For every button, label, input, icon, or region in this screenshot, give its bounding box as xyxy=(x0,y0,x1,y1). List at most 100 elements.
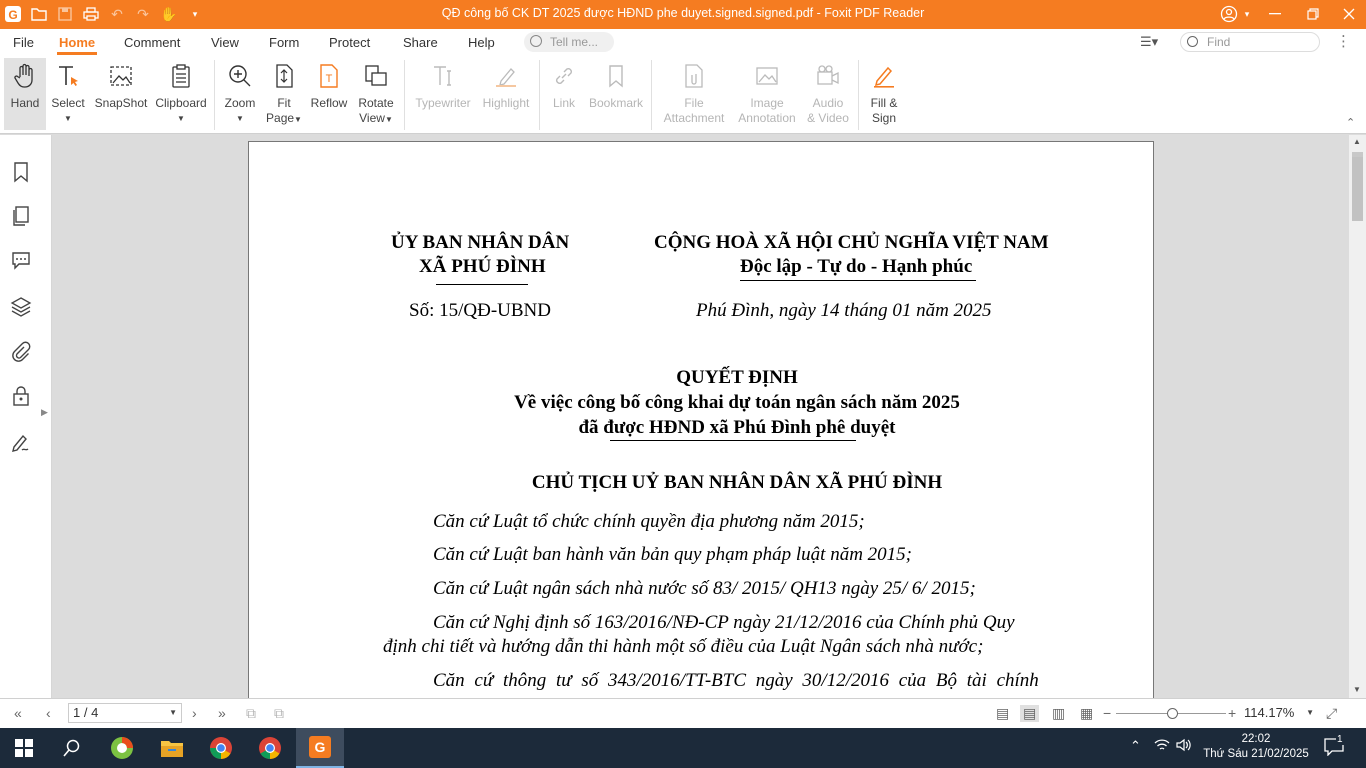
tab-form[interactable]: Form xyxy=(269,35,299,50)
zoom-dropdown-chevron-icon[interactable]: ▼ xyxy=(1306,703,1314,723)
tab-view[interactable]: View xyxy=(211,35,239,50)
last-page-icon[interactable]: » xyxy=(218,705,226,721)
file-explorer-icon[interactable] xyxy=(148,728,196,768)
scrollbar-thumb[interactable] xyxy=(1352,157,1363,221)
tell-me-input[interactable]: Tell me... xyxy=(524,32,614,52)
rotate-view-button[interactable]: Rotate View▼ xyxy=(353,58,399,130)
fit-page-label-1: Fit xyxy=(277,96,291,110)
vertical-scrollbar[interactable]: ▲ ▼ xyxy=(1349,135,1366,698)
reflow-button[interactable]: T Reflow xyxy=(307,58,351,130)
org-name-line1: ỦY BAN NHÂN DÂN xyxy=(391,232,570,253)
pages-panel-icon[interactable] xyxy=(10,205,32,227)
foxit-reader-taskbar-icon[interactable]: G xyxy=(296,728,344,768)
page-dropdown-chevron-icon[interactable]: ▼ xyxy=(169,704,177,722)
tab-protect[interactable]: Protect xyxy=(329,35,370,50)
zoom-icon xyxy=(226,62,254,90)
single-page-view-icon[interactable]: ▤ xyxy=(996,705,1009,722)
expand-panel-icon[interactable]: ▶ xyxy=(41,407,48,418)
typewriter-button[interactable]: Typewriter xyxy=(410,58,476,130)
notification-center-icon[interactable]: 1 xyxy=(1324,734,1344,761)
file-attachment-label-1: File xyxy=(684,96,704,110)
close-button[interactable] xyxy=(1338,4,1360,24)
find-input[interactable]: Find xyxy=(1180,32,1320,52)
legal-basis-4-line1: Căn cứ Nghị định số 163/2016/NĐ-CP ngày … xyxy=(433,612,1015,633)
zoom-chevron-icon: ▼ xyxy=(236,114,244,123)
reflow-icon: T xyxy=(315,62,343,90)
image-annotation-button[interactable]: Image Annotation xyxy=(732,58,802,130)
highlight-button[interactable]: Highlight xyxy=(478,58,534,130)
title-bar: G ↶ ↷ ✋ ▾ QĐ công bố CK DT 2025 được HĐN… xyxy=(0,0,1366,29)
lightbulb-icon xyxy=(530,35,542,47)
previous-page-icon[interactable]: ‹ xyxy=(46,705,51,721)
document-number: Số: 15/QĐ-UBND xyxy=(409,300,551,321)
audio-video-button[interactable]: Audio & Video xyxy=(804,58,852,130)
chrome-icon[interactable] xyxy=(197,728,245,768)
file-attachment-button[interactable]: File Attachment xyxy=(658,58,730,130)
first-page-icon[interactable]: « xyxy=(14,705,22,721)
snapshot-button[interactable]: SnapShot xyxy=(92,58,150,130)
system-clock[interactable]: 22:02 Thứ Sáu 21/02/2025 xyxy=(1196,732,1316,762)
collapse-ribbon-icon[interactable]: ⌃ xyxy=(1346,116,1355,129)
comments-panel-icon[interactable] xyxy=(10,249,32,271)
restore-button[interactable] xyxy=(1302,4,1324,24)
facing-view-icon[interactable]: ▥ xyxy=(1052,705,1065,722)
bookmarks-panel-icon[interactable] xyxy=(10,161,32,183)
scroll-up-icon[interactable]: ▲ xyxy=(1353,137,1361,146)
fit-page-button[interactable]: Fit Page▼ xyxy=(263,58,305,130)
fill-sign-button[interactable]: Fill & Sign xyxy=(864,58,904,130)
continuous-view-icon[interactable]: ▤ xyxy=(1020,705,1040,722)
fit-page-chevron-icon: ▼ xyxy=(294,115,302,124)
legal-basis-4-line2: định chi tiết và hướng dẫn thi hành một … xyxy=(383,636,984,657)
fit-page-icon xyxy=(270,62,298,90)
fit-page-label-2: Page xyxy=(266,111,295,125)
tab-file[interactable]: File xyxy=(13,35,34,50)
link-button[interactable]: Link xyxy=(546,58,582,130)
zoom-level-box[interactable]: 114.17% ▼ xyxy=(1240,703,1318,723)
subject-underline xyxy=(610,440,856,441)
tab-help[interactable]: Help xyxy=(468,35,495,50)
ribbon-separator xyxy=(404,60,405,130)
snapshot-label: SnapShot xyxy=(94,96,148,110)
signatures-panel-icon[interactable] xyxy=(10,431,32,453)
tab-comment[interactable]: Comment xyxy=(124,35,180,50)
ribbon-display-icon[interactable]: ☰▾ xyxy=(1140,34,1158,50)
menu-bar: File Home Comment View Form Protect Shar… xyxy=(0,29,1366,56)
select-label: Select xyxy=(51,96,85,110)
highlight-label: Highlight xyxy=(482,96,530,110)
select-tool-button[interactable]: Select ▼ xyxy=(48,58,88,130)
volume-icon[interactable] xyxy=(1176,738,1192,755)
zoom-button[interactable]: Zoom ▼ xyxy=(219,58,261,130)
full-screen-icon[interactable]: ⤢ xyxy=(1326,705,1337,722)
navigation-panel: ▶ xyxy=(0,135,52,698)
hand-label: Hand xyxy=(10,96,40,110)
start-button[interactable] xyxy=(0,728,48,768)
layers-panel-icon[interactable] xyxy=(10,295,32,317)
security-panel-icon[interactable] xyxy=(10,385,32,407)
zoom-level: 114.17% xyxy=(1244,705,1295,720)
clipboard-button[interactable]: Clipboard ▼ xyxy=(152,58,210,130)
scroll-down-icon[interactable]: ▼ xyxy=(1353,685,1361,694)
search-taskbar-icon[interactable] xyxy=(48,728,96,768)
tab-share[interactable]: Share xyxy=(403,35,438,50)
minimize-button[interactable] xyxy=(1264,4,1286,24)
hand-tool-button[interactable]: Hand xyxy=(4,58,46,130)
continuous-facing-view-icon[interactable]: ▦ xyxy=(1080,705,1093,722)
audio-video-label-2: & Video xyxy=(807,111,849,125)
next-view-icon[interactable]: ⧉ xyxy=(274,705,284,722)
chrome-profile-icon[interactable] xyxy=(246,728,294,768)
show-hidden-icons-chevron-icon[interactable]: ⌃ xyxy=(1130,738,1141,754)
select-text-icon xyxy=(54,62,82,90)
next-page-icon[interactable]: › xyxy=(192,705,197,721)
account-chevron-icon[interactable]: ▾ xyxy=(1236,4,1258,24)
bookmark-button[interactable]: Bookmark xyxy=(586,58,646,130)
zoom-in-icon[interactable]: + xyxy=(1228,705,1236,721)
page-number-input[interactable]: 1 / 4 ▼ xyxy=(68,703,182,723)
zoom-slider-thumb[interactable] xyxy=(1167,708,1178,719)
tab-home[interactable]: Home xyxy=(56,35,98,55)
previous-view-icon[interactable]: ⧉ xyxy=(246,705,256,722)
attachments-panel-icon[interactable] xyxy=(10,341,32,363)
coccoc-browser-icon[interactable] xyxy=(98,728,146,768)
zoom-out-icon[interactable]: − xyxy=(1103,705,1111,721)
more-options-icon[interactable]: ⋮ xyxy=(1336,32,1351,50)
network-icon[interactable] xyxy=(1154,738,1170,755)
